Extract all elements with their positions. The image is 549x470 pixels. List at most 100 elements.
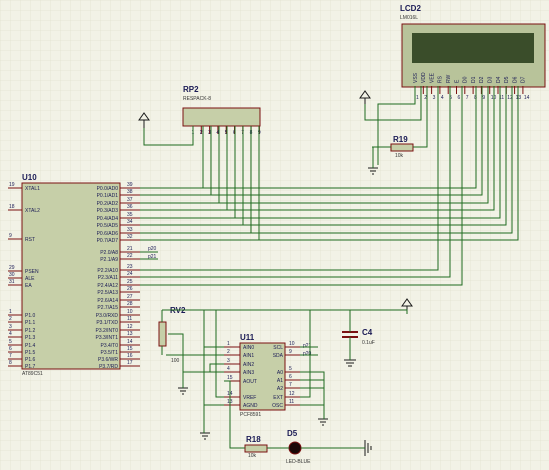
u10-pin-number: 17 — [127, 360, 133, 366]
lcd-pin-name: D4 — [496, 76, 502, 83]
u10-pin-number: 4 — [9, 331, 12, 337]
u10-pin-number: 39 — [127, 182, 133, 188]
u10-pin-name: P2.2/A10 — [97, 268, 118, 274]
c4-value: 0.1uF — [362, 340, 375, 346]
lcd-pin-name: RS — [438, 75, 444, 83]
u11-pin-number: 5 — [289, 366, 292, 372]
u10-pin-name: EA — [25, 283, 32, 289]
u10-pin-name: P2.3/A11 — [98, 275, 118, 281]
u10-pin-name: PSEN — [25, 269, 39, 275]
u10-pin-number: 32 — [127, 234, 133, 240]
lcd-pin-number: 4 — [441, 95, 444, 101]
u11-pin-name: AIN1 — [243, 353, 254, 359]
u10-pin-number: 34 — [127, 219, 133, 225]
u10-pin-name: P0.4/AD4 — [97, 216, 119, 222]
u10-pin-number: 23 — [127, 264, 133, 270]
lcd-pin-number: 3 — [433, 95, 436, 101]
lcd-pin-name: VSS — [413, 72, 419, 83]
lcd-pin-name: D3 — [488, 76, 494, 83]
lcd-pin-name: D0 — [463, 76, 469, 83]
u10-pin-name: P0.7/AD7 — [97, 238, 119, 244]
lcd-pin-name: D6 — [512, 76, 518, 83]
d5-ref: D5 — [287, 429, 298, 438]
rv2-value: 100 — [171, 358, 180, 364]
lcd-pin-name: RW — [446, 74, 452, 83]
u10-pin-name: P3.2/INT0 — [95, 328, 118, 334]
u10-pin-number: 14 — [127, 339, 133, 345]
lcd-pin-name: D5 — [504, 76, 510, 83]
u10-pin-name: P2.1/A9 — [100, 257, 118, 263]
u11-pin-name: A2 — [277, 386, 283, 392]
rp2-part: RESPACK-8 — [183, 96, 211, 102]
u10-pin-number: 8 — [9, 360, 12, 366]
u10-pin-name: P3.7/RD — [99, 364, 118, 370]
rp2-pin-number: 2 — [200, 130, 203, 136]
u11-pin-name: AIN3 — [243, 370, 254, 376]
u10-pin-number: 25 — [127, 279, 133, 285]
u10-ref: U10 — [22, 173, 37, 182]
u10-pin-name: P3.0/RXD — [96, 313, 119, 319]
u10-pin-number: 36 — [127, 204, 133, 210]
lcd-pin-name: D7 — [521, 76, 527, 83]
u10-pin-number: 16 — [127, 353, 133, 359]
u10-part: AT89C51 — [22, 371, 43, 377]
u10-pin-number: 31 — [9, 279, 15, 285]
u10-pin-number: 21 — [127, 246, 133, 252]
u10-pin-name: P1.1 — [25, 320, 36, 326]
u10-pin-number: 1 — [9, 309, 12, 315]
lcd-pin-number: 1 — [416, 95, 419, 101]
u10-pin-number: 5 — [9, 339, 12, 345]
u11-pin-number: 1 — [227, 341, 230, 347]
u10-pin-name: RST — [25, 237, 35, 243]
u11-pin-name: A1 — [277, 378, 283, 384]
u10-pin-name: P1.7 — [25, 364, 36, 370]
u10-pin-name: P0.3/AD3 — [97, 208, 119, 214]
rv2-body — [158, 321, 167, 347]
u10-pin-number: 38 — [127, 189, 133, 195]
u10-pin-number: 22 — [127, 253, 133, 259]
u10-pin-number: 15 — [127, 346, 133, 352]
u11-pin-name: VREF — [243, 395, 256, 401]
u10-pin-name: P1.6 — [25, 357, 36, 363]
u10-pin-number: 10 — [127, 309, 133, 315]
u10-pin-name: P0.2/AD2 — [97, 201, 119, 207]
u10-pin-name: P1.3 — [25, 335, 36, 341]
u10-pin-number: 13 — [127, 331, 133, 337]
u11-pin-name: A0 — [277, 370, 283, 376]
u10-pin-number: 6 — [9, 346, 12, 352]
u11-pin-name: AIN2 — [243, 362, 254, 368]
r18-value: 10k — [248, 453, 257, 459]
u11-pin-name: EXT — [273, 395, 283, 401]
u11-pin-name: OSC — [272, 403, 283, 409]
lcd-pin-name: VEE — [429, 72, 435, 83]
c4-ref: C4 — [362, 328, 373, 337]
u10-pin-name: ALE — [25, 276, 35, 282]
u11-pin-name: SDA — [273, 353, 284, 359]
u10-pin-name: XTAL2 — [25, 208, 40, 214]
lcd-pin-name: VDD — [421, 72, 427, 83]
u11-pin-number: 10 — [289, 341, 295, 347]
u11-pin-number: 4 — [227, 366, 230, 372]
u10-pin-name: P2.6/A14 — [97, 298, 118, 304]
u10-pin-name: P3.3/INT1 — [95, 335, 118, 341]
u10-pin-number: 3 — [9, 324, 12, 330]
u10-pin-name: P1.2 — [25, 328, 36, 334]
u11-pin-number: 6 — [289, 374, 292, 380]
u10-pin-name: P2.0/A8 — [100, 250, 118, 256]
u11-pin-number: 9 — [289, 349, 292, 355]
d5-part: LED-BLUE — [286, 459, 311, 465]
u10-pin-number: 19 — [9, 182, 15, 188]
lcd-screen — [412, 33, 534, 63]
u10-pin-name: P3.4/T0 — [100, 343, 118, 349]
u11-part: PCF8591 — [240, 412, 261, 418]
u10-pin-name: P0.6/AD6 — [97, 231, 119, 237]
rp2-ref: RP2 — [183, 85, 199, 94]
u10-pin-name: P2.5/A13 — [97, 290, 118, 296]
u10-pin-number: 27 — [127, 294, 133, 300]
u11-pin-number: 12 — [289, 391, 295, 397]
r19-body — [390, 143, 414, 152]
u10-pin-number: 18 — [9, 204, 15, 210]
u10-pin-name: P0.1/AD1 — [97, 193, 119, 199]
u10-pin-name: XTAL1 — [25, 186, 40, 192]
u11-pin-number: 11 — [289, 399, 294, 405]
